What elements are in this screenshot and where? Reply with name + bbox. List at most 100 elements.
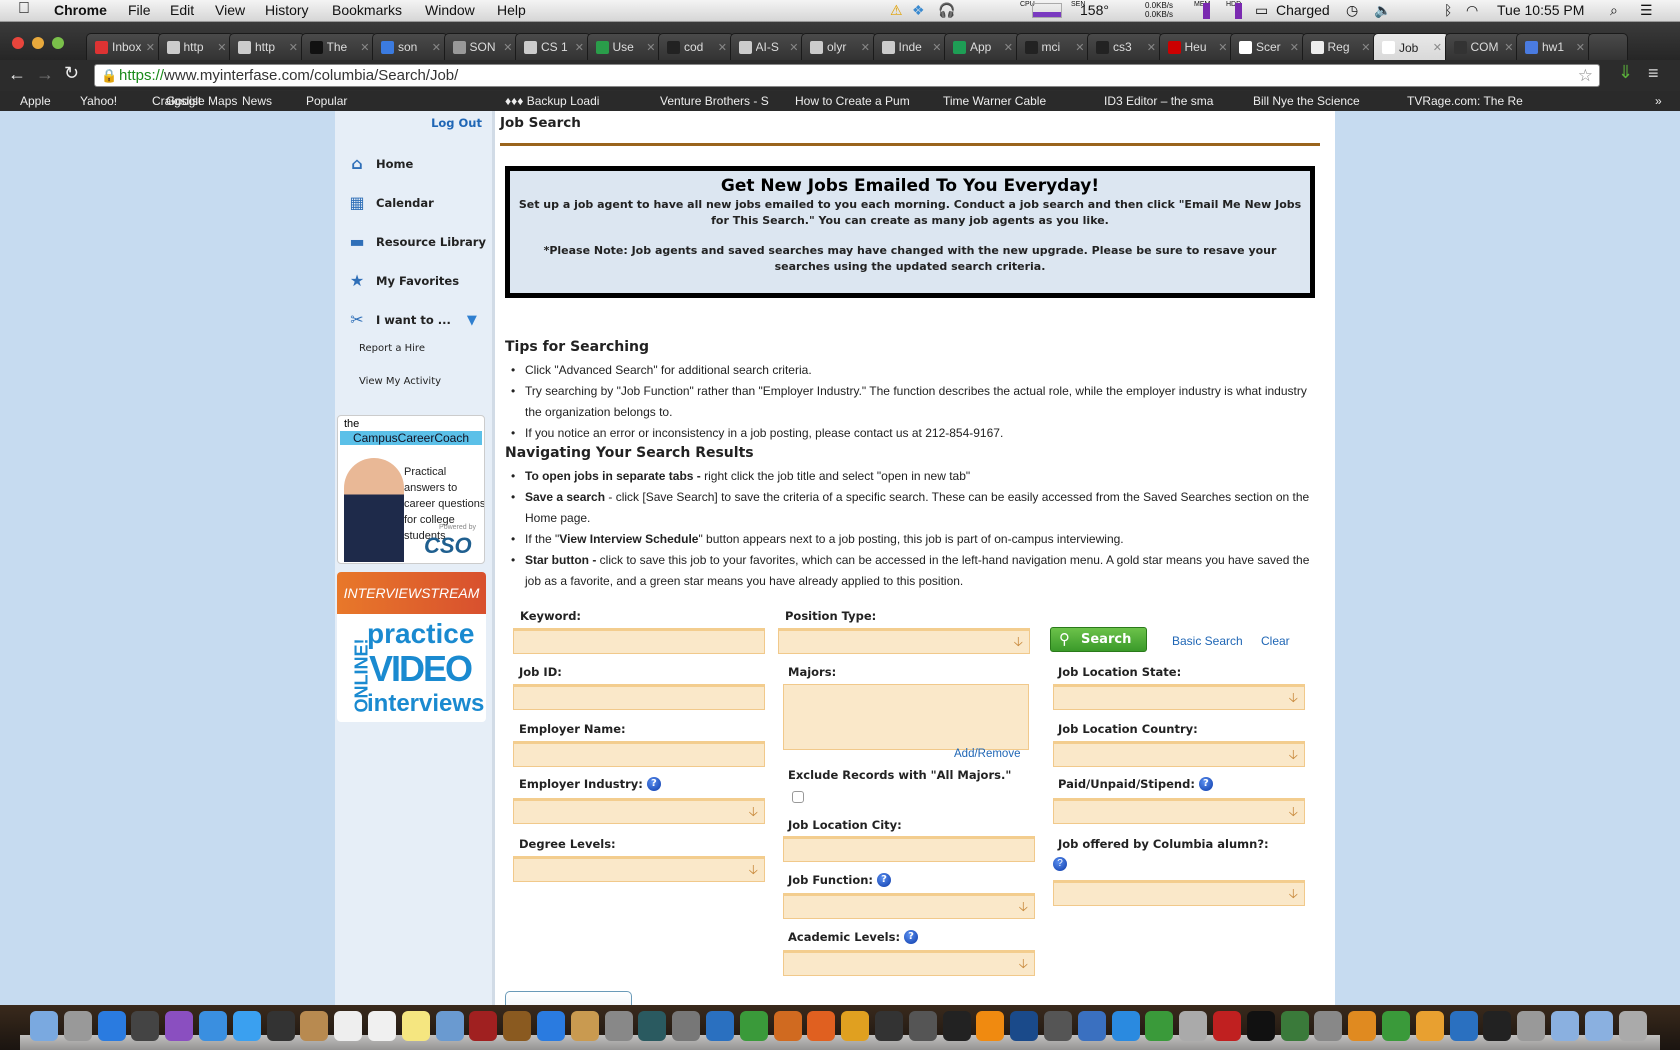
network-monitor[interactable]: 0.0KB/s 0.0KB/s — [1145, 1, 1185, 19]
bookmark-item[interactable]: Google Maps — [166, 94, 237, 108]
employer-name-input[interactable] — [513, 741, 765, 767]
bookmark-item[interactable]: News — [242, 94, 272, 108]
mail-icon[interactable] — [604, 1011, 633, 1041]
menu-bookmarks[interactable]: Bookmarks — [332, 2, 402, 18]
help-icon[interactable]: ? — [1198, 777, 1213, 791]
pages-icon[interactable] — [1415, 1011, 1444, 1041]
close-tab-icon[interactable]: ✕ — [146, 41, 155, 54]
browser-tab[interactable]: COM ✕ — [1444, 33, 1521, 60]
help-icon[interactable]: ? — [646, 777, 661, 791]
browser-tab[interactable]: cod ✕ — [658, 33, 734, 60]
finder-icon[interactable] — [30, 1011, 58, 1041]
chevron-down-icon[interactable]: ▼ — [467, 313, 477, 328]
automator-icon[interactable] — [1517, 1011, 1546, 1041]
spotlight-icon[interactable]: ⌕ — [1610, 2, 1618, 19]
browser-tab[interactable]: Job ✕ — [1373, 33, 1449, 61]
close-tab-icon[interactable]: ✕ — [1218, 41, 1227, 54]
help-icon[interactable]: ? — [877, 873, 892, 887]
bookmark-item[interactable]: ID3 Editor – the sma — [1104, 94, 1213, 108]
cpu-graph[interactable] — [1032, 3, 1062, 18]
dropbox-icon[interactable]: ❖ — [912, 2, 925, 19]
firefox-icon[interactable] — [807, 1011, 836, 1041]
employer-industry-select[interactable] — [513, 798, 765, 825]
bookmark-item[interactable]: TVRage.com: The Re — [1407, 94, 1523, 108]
reminders-icon[interactable] — [368, 1011, 396, 1041]
bookmark-item[interactable]: Popular — [306, 94, 347, 108]
browser-tab[interactable]: The ✕ — [300, 33, 377, 60]
vlc-icon[interactable] — [976, 1011, 1005, 1041]
sidebar-item-calendar[interactable]: ▦ Calendar — [348, 195, 433, 211]
menu-file[interactable]: File — [128, 2, 151, 18]
notification-center-icon[interactable]: ☰ — [1640, 2, 1653, 19]
steam-icon[interactable] — [875, 1011, 903, 1041]
x11-icon[interactable] — [1483, 1011, 1512, 1041]
help-icon[interactable]: ? — [904, 930, 919, 944]
close-tab-icon[interactable]: ✕ — [1361, 41, 1370, 54]
script-icon[interactable] — [1179, 1011, 1208, 1041]
minimize-window-button[interactable] — [32, 37, 44, 49]
imovie-icon[interactable] — [266, 1011, 295, 1041]
reload-icon[interactable]: ↻ — [64, 63, 79, 84]
menu-help[interactable]: Help — [497, 2, 526, 18]
sidebar-item-home[interactable]: ⌂ Home — [348, 156, 413, 172]
close-tab-icon[interactable]: ✕ — [1504, 41, 1513, 54]
contacts-icon[interactable] — [300, 1011, 329, 1041]
close-tab-icon[interactable]: ✕ — [789, 41, 798, 54]
temperature[interactable]: 158° — [1080, 2, 1109, 18]
paid-unpaid-select[interactable] — [1053, 798, 1305, 825]
close-tab-icon[interactable]: ✕ — [1290, 41, 1299, 54]
evernote-icon[interactable] — [1382, 1011, 1410, 1041]
close-tab-icon[interactable]: ✕ — [432, 41, 441, 54]
dashboard-icon[interactable] — [131, 1011, 160, 1041]
garageband-icon[interactable] — [503, 1011, 532, 1041]
add-remove-majors-link[interactable]: Add/Remove — [954, 748, 1020, 760]
downloads-icon[interactable] — [1584, 1011, 1613, 1041]
messages-icon[interactable] — [232, 1011, 261, 1041]
lync-icon[interactable] — [1449, 1011, 1478, 1041]
chrome-icon[interactable] — [841, 1011, 870, 1041]
browser-tab[interactable]: Inde ✕ — [872, 33, 949, 60]
close-tab-icon[interactable]: ✕ — [503, 41, 512, 54]
iphoto-icon[interactable] — [570, 1011, 599, 1041]
help-icon[interactable]: ? — [1053, 857, 1067, 871]
job-id-input[interactable] — [513, 684, 765, 710]
close-tab-icon[interactable]: ✕ — [289, 41, 298, 54]
browser-tab[interactable]: Inbox ✕ — [86, 33, 162, 60]
dvd-icon[interactable] — [942, 1011, 971, 1041]
sidebar-item-resource-library[interactable]: ▬ Resource Library — [348, 234, 486, 250]
wifi-icon[interactable]: ◠ — [1466, 2, 1478, 19]
job-location-country-select[interactable] — [1053, 741, 1305, 768]
download-icon[interactable]: ⇓ — [1618, 62, 1633, 83]
sidebar-link-report-hire[interactable]: Report a Hire — [359, 343, 425, 354]
close-tab-icon[interactable]: ✕ — [217, 41, 226, 54]
browser-tab[interactable]: Heu ✕ — [1158, 33, 1235, 60]
app-store-icon[interactable] — [97, 1011, 126, 1041]
browser-tab[interactable]: http ✕ — [229, 33, 305, 60]
sidebar-link-view-activity[interactable]: View My Activity — [359, 376, 441, 387]
utorrent-icon[interactable] — [1145, 1011, 1174, 1041]
browser-tab[interactable]: SON ✕ — [443, 33, 520, 60]
browser-tab[interactable]: Reg ✕ — [1301, 33, 1378, 60]
time-machine-icon[interactable] — [638, 1011, 667, 1041]
browser-tab[interactable]: Scer ✕ — [1230, 33, 1306, 60]
calendar-icon[interactable] — [334, 1011, 363, 1041]
menu-app-name[interactable]: Chrome — [54, 2, 107, 18]
growl-icon[interactable] — [1280, 1011, 1309, 1041]
headphones-icon[interactable]: 🎧 — [938, 2, 955, 19]
menu-history[interactable]: History — [265, 2, 309, 18]
job-function-select[interactable] — [783, 893, 1035, 920]
majors-textarea[interactable] — [783, 684, 1029, 750]
chrome-menu-icon[interactable]: ≡ — [1648, 63, 1659, 84]
campus-career-coach-ad[interactable]: the CampusCareerCoach Practical answers … — [337, 415, 485, 564]
job-location-state-select[interactable] — [1053, 684, 1305, 711]
close-tab-icon[interactable]: ✕ — [1075, 41, 1084, 54]
aperture-icon[interactable] — [1314, 1011, 1343, 1041]
bookmark-star-icon[interactable]: ☆ — [1578, 65, 1593, 86]
close-tab-icon[interactable]: ✕ — [1433, 41, 1442, 54]
academic-levels-select[interactable] — [783, 950, 1035, 977]
bluetooth-icon[interactable]: ᛒ — [1444, 2, 1452, 18]
menu-window[interactable]: Window — [425, 2, 475, 18]
sublime-icon[interactable] — [1348, 1011, 1377, 1041]
browser-tab[interactable]: cs3 ✕ — [1087, 33, 1163, 60]
bookmark-item[interactable]: How to Create a Pum — [795, 94, 910, 108]
